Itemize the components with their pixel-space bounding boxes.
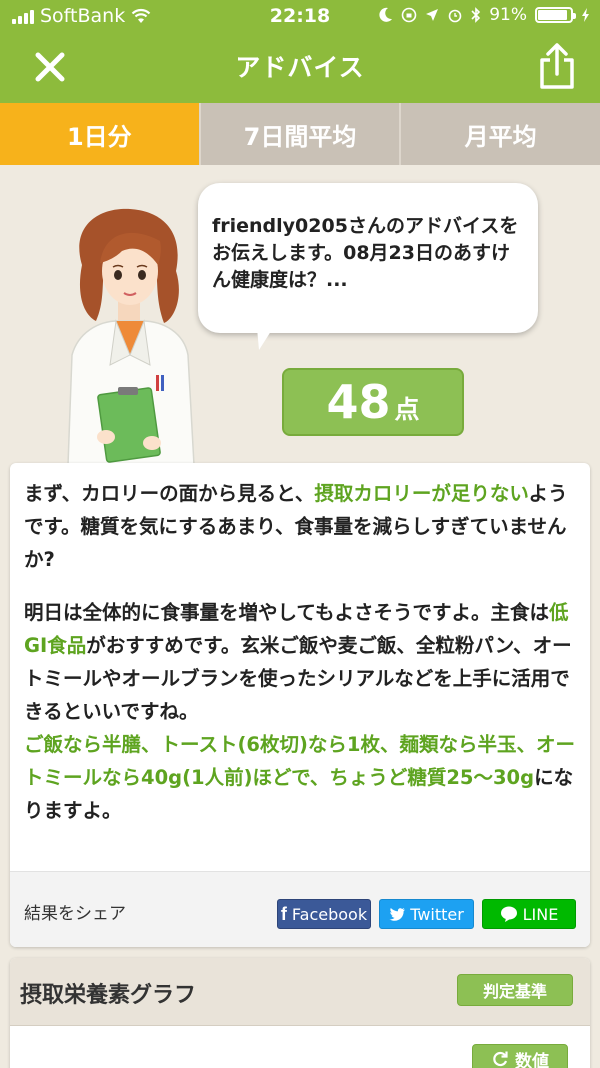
criteria-button[interactable]: 判定基準 (457, 974, 573, 1006)
nutrient-graph-section: 摂取栄養素グラフ 判定基準 数値 (10, 958, 590, 1068)
twitter-label: Twitter (410, 904, 464, 924)
alarm-icon (448, 9, 462, 23)
orientation-lock-icon (401, 7, 417, 23)
bubble-text: friendly0205さんのアドバイスをお伝えします。08月23日のあすけん健… (212, 215, 519, 291)
value-toggle-button[interactable]: 数値 (472, 1044, 568, 1068)
value-toggle-label: 数値 (515, 1051, 549, 1068)
share-row: 結果をシェア f Facebook Twitter LINE (10, 871, 590, 947)
advice-paragraph-calories: まず、カロリーの面から見ると、摂取カロリーが足りないようです。糖質を気にするあま… (24, 477, 576, 576)
line-chat-icon (500, 906, 517, 922)
location-icon (426, 9, 439, 21)
bubble-tail (257, 328, 273, 350)
battery-percent: 91% (489, 5, 527, 25)
health-score-value: 48 (326, 375, 391, 429)
page-title: アドバイス (235, 53, 365, 82)
health-score-badge: 48 点 (282, 368, 464, 436)
health-score-unit: 点 (394, 395, 420, 424)
bluetooth-icon (471, 7, 481, 23)
facebook-share-button[interactable]: f Facebook (277, 899, 371, 929)
battery-icon (535, 7, 576, 23)
refresh-icon (493, 1051, 508, 1067)
advice-text-segment: がおすすめです。玄米ご飯や麦ご飯、全粒粉パン、オートミールやオールブランを使った… (24, 634, 572, 723)
nutrient-graph-title: 摂取栄養素グラフ (20, 983, 197, 1008)
header-bar: SoftBank 22:18 91% アドバイス (0, 0, 600, 103)
line-share-button[interactable]: LINE (482, 899, 576, 929)
tab-seven-day-average[interactable]: 7日間平均 (201, 103, 402, 165)
share-button[interactable] (536, 42, 578, 90)
status-bar: SoftBank 22:18 91% (0, 0, 600, 34)
tab-monthly-average[interactable]: 月平均 (401, 103, 600, 165)
period-tabs: 1日分 7日間平均 月平均 (0, 103, 600, 165)
facebook-icon: f (280, 903, 287, 924)
twitter-share-button[interactable]: Twitter (379, 899, 474, 929)
moon-icon (379, 7, 393, 22)
tab-one-day[interactable]: 1日分 (0, 103, 201, 165)
advice-text: まず、カロリーの面から見ると、摂取カロリーが足りないようです。糖質を気にするあま… (10, 463, 590, 827)
advice-text-segment: 明日は全体的に食事量を増やしてもよさそうですよ。主食は (24, 601, 549, 624)
advice-paragraph-tomorrow: 明日は全体的に食事量を増やしてもよさそうですよ。主食は低GI食品がおすすめです。… (24, 596, 576, 827)
advice-highlight: 摂取カロリーが足りない (314, 482, 529, 505)
advice-card: まず、カロリーの面から見ると、摂取カロリーが足りないようです。糖質を気にするあま… (10, 463, 590, 947)
advice-highlight: ご飯なら半膳、トースト(6枚切)なら1枚、麺類なら半玉、オートミールなら40g(… (24, 733, 575, 789)
advisor-illustration (67, 208, 195, 465)
facebook-label: Facebook (291, 904, 368, 924)
nutrient-graph-header: 摂取栄養素グラフ 判定基準 (10, 958, 590, 1026)
advice-speech-bubble: friendly0205さんのアドバイスをお伝えします。08月23日のあすけん健… (198, 183, 538, 333)
charging-icon (582, 8, 589, 22)
advice-text-segment: まず、カロリーの面から見ると、 (24, 482, 315, 505)
share-label: 結果をシェア (24, 904, 126, 924)
line-label: LINE (522, 904, 559, 924)
twitter-bird-icon (389, 907, 406, 921)
share-icon (540, 43, 574, 89)
